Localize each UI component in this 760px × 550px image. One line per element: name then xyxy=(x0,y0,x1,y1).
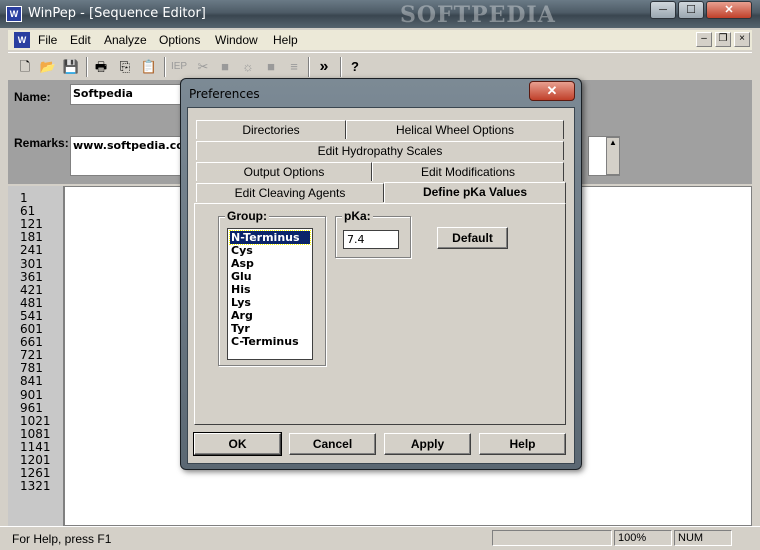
tab-edit-modifications[interactable]: Edit Modifications xyxy=(372,162,564,181)
tab-helical-wheel-options[interactable]: Helical Wheel Options xyxy=(346,120,564,139)
line-number: 1021 xyxy=(20,413,51,428)
list-item[interactable]: Tyr xyxy=(230,322,310,335)
list-item[interactable]: His xyxy=(230,283,310,296)
list-item[interactable]: N-Terminus xyxy=(229,230,311,245)
mdi-minimize-button[interactable]: – xyxy=(696,32,712,47)
line-number: 901 xyxy=(20,387,43,402)
line-number: 1321 xyxy=(20,479,51,494)
block-icon[interactable]: ■ xyxy=(214,56,236,78)
status-zoom: 100% xyxy=(614,530,672,546)
line-number: 781 xyxy=(20,361,43,376)
toolbar-separator xyxy=(340,57,342,77)
line-number: 841 xyxy=(20,374,43,389)
menu-options[interactable]: Options xyxy=(159,33,200,47)
list-item[interactable]: Cys xyxy=(230,244,310,257)
lines-icon[interactable]: ≡ xyxy=(283,56,305,78)
line-number: 961 xyxy=(20,400,43,415)
line-number: 1201 xyxy=(20,453,51,467)
line-number: 1 xyxy=(20,191,28,205)
menu-edit[interactable]: Edit xyxy=(70,33,91,47)
remarks-label: Remarks: xyxy=(14,136,69,150)
line-number: 601 xyxy=(20,322,43,336)
paste-icon[interactable]: 📋 xyxy=(138,56,160,78)
menu-file[interactable]: File xyxy=(38,33,57,47)
help-button[interactable]: Help xyxy=(479,433,566,455)
line-number: 421 xyxy=(20,282,43,297)
status-panel-empty xyxy=(492,530,612,546)
menu-help[interactable]: Help xyxy=(273,33,298,47)
mdi-close-button[interactable]: × xyxy=(734,32,750,47)
line-number: 181 xyxy=(20,230,43,245)
maximize-button[interactable]: ☐ xyxy=(678,1,704,19)
name-field[interactable]: Softpedia xyxy=(70,84,190,105)
close-button[interactable]: ✕ xyxy=(706,1,752,19)
toolbar-separator xyxy=(308,57,310,77)
tab-edit-hydropathy-scales[interactable]: Edit Hydropathy Scales xyxy=(196,141,564,160)
list-item[interactable]: C-Terminus xyxy=(230,335,310,348)
document-icon[interactable]: W xyxy=(14,32,30,48)
tab-edit-cleaving-agents[interactable]: Edit Cleaving Agents xyxy=(196,183,384,202)
dialog-title: Preferences xyxy=(189,87,260,101)
status-text: For Help, press F1 xyxy=(12,532,112,546)
ok-button[interactable]: OK xyxy=(193,432,282,456)
print-icon[interactable]: 🖶 xyxy=(90,56,112,78)
menu-analyze[interactable]: Analyze xyxy=(104,33,147,47)
line-number: 481 xyxy=(20,295,43,310)
minimize-button[interactable]: ─ xyxy=(650,1,676,19)
open-folder-icon[interactable]: 📂 xyxy=(37,56,59,78)
copy-icon[interactable]: ⎘ xyxy=(114,56,136,78)
winpep-app-icon[interactable]: W xyxy=(6,6,22,22)
iep-icon[interactable]: IEP xyxy=(168,56,190,78)
tab-directories[interactable]: Directories xyxy=(196,120,346,139)
remarks-field[interactable]: www.softpedia.com xyxy=(70,136,195,176)
watermark: SOFTPEDIA xyxy=(400,2,556,28)
status-bar: For Help, press F1 100% NUM xyxy=(0,526,760,550)
menu-bar: W File Edit Analyze Options Window Help … xyxy=(8,30,752,50)
toolbar-separator xyxy=(86,57,88,77)
new-file-icon[interactable]: 🗋 xyxy=(14,56,36,78)
line-number: 361 xyxy=(20,269,43,284)
list-item[interactable]: Lys xyxy=(230,296,310,309)
apply-button[interactable]: Apply xyxy=(384,433,471,455)
dialog-close-button[interactable]: ✕ xyxy=(529,81,575,101)
list-item[interactable]: Asp xyxy=(230,257,310,270)
help-icon[interactable]: ? xyxy=(344,56,366,78)
status-num: NUM xyxy=(674,530,732,546)
line-number: 1081 xyxy=(20,426,51,441)
line-number: 1141 xyxy=(20,439,51,454)
tab-output-options[interactable]: Output Options xyxy=(196,162,372,181)
mdi-restore-button[interactable]: ❐ xyxy=(715,32,731,47)
pka-label: pKa: xyxy=(342,209,373,223)
title-bar[interactable]: W WinPep - [Sequence Editor] SOFTPEDIA ─… xyxy=(0,0,760,28)
list-item[interactable]: Arg xyxy=(230,309,310,322)
line-number: 721 xyxy=(20,348,43,363)
cancel-button[interactable]: Cancel xyxy=(289,433,376,455)
line-number: 1261 xyxy=(20,466,51,481)
toolbar-separator xyxy=(164,57,166,77)
group-label: Group: xyxy=(225,209,269,223)
block2-icon[interactable]: ■ xyxy=(260,56,282,78)
toolbar: 🗋 📂 💾 🖶 ⎘ 📋 IEP ✂ ■ ☼ ■ ≡ » ? xyxy=(8,52,752,80)
list-item[interactable]: Glu xyxy=(230,270,310,283)
forward-icon[interactable]: » xyxy=(313,56,335,78)
line-number: 301 xyxy=(20,256,43,271)
pka-input[interactable]: 7.4 xyxy=(343,230,399,249)
line-number: 121 xyxy=(20,217,43,232)
line-number: 241 xyxy=(20,243,43,258)
window-title: WinPep - [Sequence Editor] xyxy=(28,6,206,21)
cleave-icon[interactable]: ✂ xyxy=(192,56,214,78)
line-number-gutter: 1 61 121 181 241 301 361 421 481 541 601 661 721 781 8… xyxy=(8,186,64,526)
group-list[interactable]: N-Terminus Cys Asp Glu His Lys Arg Tyr C… xyxy=(227,228,313,360)
default-button[interactable]: Default xyxy=(437,227,508,249)
remarks-scrollbar[interactable]: ▲ xyxy=(606,137,620,175)
menu-window[interactable]: Window xyxy=(215,33,258,47)
save-icon[interactable]: 💾 xyxy=(60,56,82,78)
name-label: Name: xyxy=(14,90,51,104)
line-number: 661 xyxy=(20,335,43,350)
sun-icon[interactable]: ☼ xyxy=(237,56,259,78)
line-number: 61 xyxy=(20,204,36,219)
line-number: 541 xyxy=(20,308,43,323)
tab-define-pka-values[interactable]: Define pKa Values xyxy=(384,182,566,203)
